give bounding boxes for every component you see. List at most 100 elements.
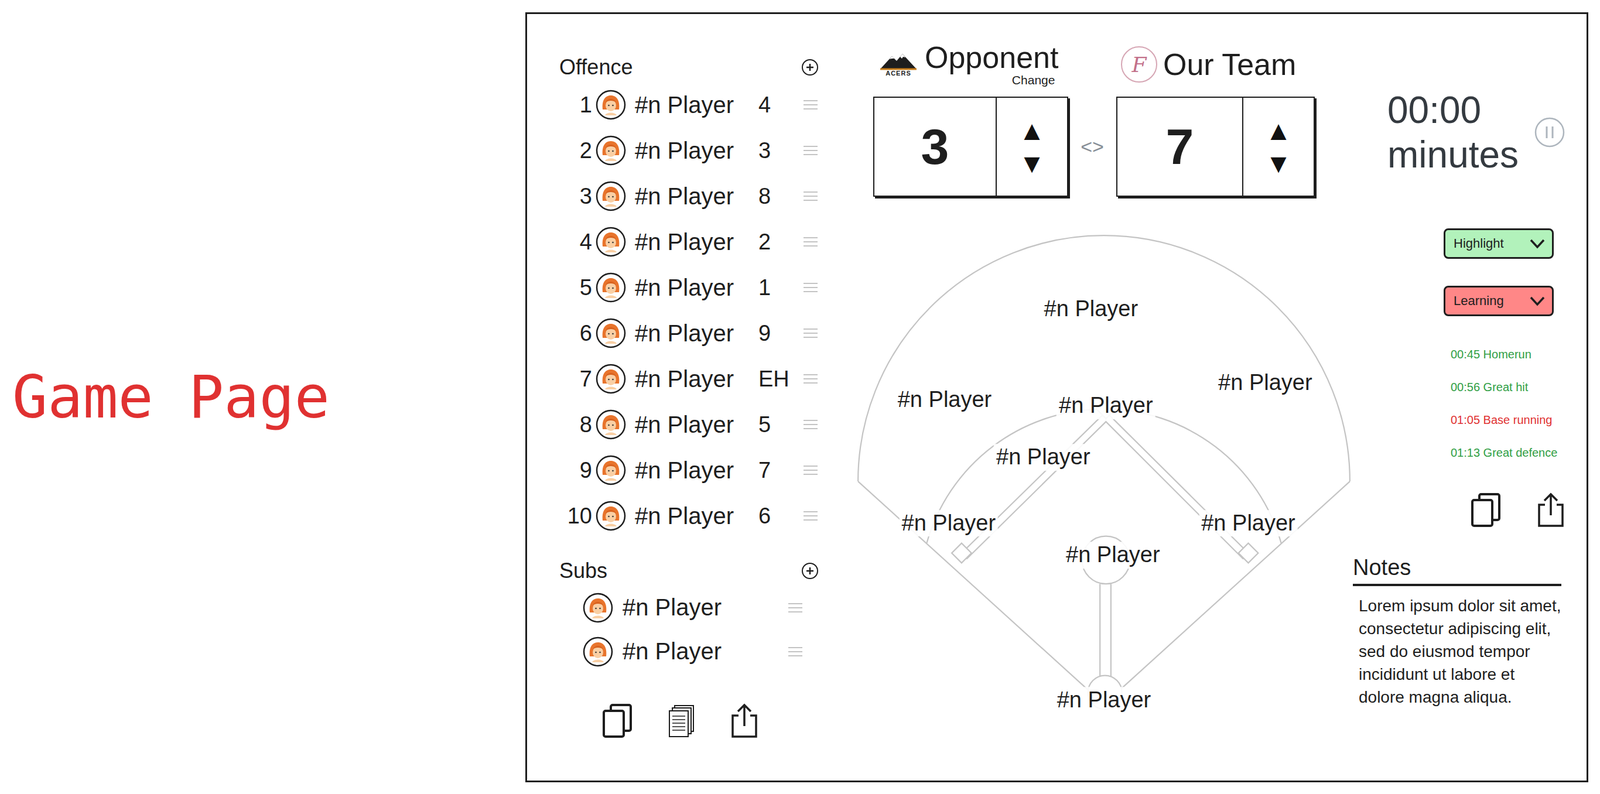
add-sub-icon[interactable] [800,561,820,581]
player-position: 8 [758,183,794,210]
field-player[interactable]: #n Player [1215,369,1315,397]
pause-icon[interactable] [1533,116,1566,149]
lineup-row[interactable]: 9#n Player7 [559,447,827,494]
tag-dropdown[interactable]: Learning [1443,285,1554,317]
player-position: 7 [758,457,794,484]
add-player-icon[interactable] [800,57,820,77]
batting-order: 5 [559,275,593,301]
player-position: EH [758,366,794,392]
team-header: ACERSOpponentChange [873,40,1069,88]
batting-order: 6 [559,320,593,347]
avatar-icon [595,272,627,303]
opponent-logo: ACERS [877,52,919,77]
lineup-row[interactable]: 10#n Player6 [559,493,827,539]
event-entry[interactable]: 01:13 Great defence [1450,443,1582,462]
event-entry[interactable]: 00:56 Great hit [1450,378,1582,396]
drag-handle-icon[interactable] [801,280,820,295]
lineup-row[interactable]: 2#n Player3 [559,127,827,174]
player-position: 2 [758,229,794,255]
team-header: F Our Team [1116,40,1315,88]
team-name: Our Team [1163,48,1297,81]
avatar-icon [595,363,627,395]
field-player[interactable]: #n Player [895,386,995,414]
drag-handle-icon[interactable] [786,600,805,615]
score-value: 7 [1117,97,1243,196]
documents-icon[interactable] [666,702,696,740]
avatar-icon [595,135,627,166]
copy-icon[interactable] [600,702,635,740]
drag-handle-icon[interactable] [786,644,805,659]
lineup-row[interactable]: 7#n PlayerEH [559,356,827,402]
avatar-icon [595,455,627,486]
avatar-icon [582,636,614,668]
game-center: ACERSOpponentChange3▲▼<>FOur Team7▲▼#n P… [855,14,1353,781]
avatar-icon [582,592,614,624]
event-entry[interactable]: 00:45 Homerun [1450,345,1582,364]
drag-handle-icon[interactable] [801,143,820,158]
drag-handle-icon[interactable] [801,371,820,386]
player-name: #n Player [634,457,755,484]
score-arrows: ▲▼ [995,97,1068,196]
drag-handle-icon[interactable] [801,326,820,341]
lineup-row[interactable]: 5#n Player1 [559,264,827,311]
event-log: 00:45 Homerun 00:56 Great hit 01:05 Base r… [1450,345,1582,462]
score-box: 3▲▼ [873,96,1069,197]
tag-dropdown[interactable]: Highlight [1443,228,1554,259]
tag-label: Highlight [1453,236,1504,252]
score-down-button[interactable]: ▼ [1018,149,1046,177]
field-player[interactable]: #n Player [1063,541,1163,569]
notes-text[interactable]: Lorem ipsum dolor sit amet, consectetur … [1352,594,1562,709]
chevron-down-icon [1528,237,1547,251]
change-link[interactable]: Change [1012,73,1056,88]
swap-button[interactable]: <> [1068,96,1117,197]
field-player[interactable]: #n Player [993,443,1093,471]
score-up-button[interactable]: ▲ [1018,117,1046,145]
title-area: Game Page [0,0,526,794]
batting-order: 8 [559,412,593,438]
field-player[interactable]: #n Player [1041,295,1141,323]
share-icon[interactable] [727,702,761,740]
event-entry[interactable]: 01:05 Base running [1450,411,1582,429]
lineup-row[interactable]: 4 #n Player2 [559,219,827,265]
drag-handle-icon[interactable] [801,97,820,112]
drag-handle-icon[interactable] [801,234,820,249]
lineup-row[interactable]: 3#n Player8 [559,173,827,220]
player-name: #n Player [634,411,755,439]
avatar-icon [595,409,627,440]
field-player[interactable]: #n Player [1056,392,1156,420]
lineup-row[interactable]: 6#n Player9 [559,310,827,357]
drag-handle-icon[interactable] [801,508,820,523]
score-up-button[interactable]: ▲ [1265,117,1292,145]
avatar-icon [595,226,627,258]
logo-letter: F [1132,52,1147,77]
player-position: 3 [758,138,794,164]
sub-row[interactable]: #n Player [559,585,827,630]
player-name: #n Player [634,183,755,210]
our-team-logo: F [1120,46,1158,83]
batting-order: 2 [559,138,593,164]
sub-row[interactable]: #n Player [559,629,827,674]
copy-icon[interactable] [1468,491,1503,529]
field-player[interactable]: #n Player [899,510,999,538]
offence-header: Offence [559,52,827,82]
subs-header: Subs [559,556,827,586]
score-arrows: ▲▼ [1242,97,1314,196]
chevron-down-icon [1528,294,1547,308]
field-player[interactable]: #n Player [1054,686,1154,714]
drag-handle-icon[interactable] [801,189,820,204]
batting-order: 4 [559,229,593,255]
player-name: #n Player [634,503,755,530]
score-down-button[interactable]: ▼ [1265,149,1292,177]
player-name: #n Player [634,228,755,256]
drag-handle-icon[interactable] [801,463,820,478]
timer-unit: minutes [1387,132,1519,177]
drag-handle-icon[interactable] [801,417,820,432]
lineup-row[interactable]: 8#n Player5 [559,401,827,448]
share-icon[interactable] [1534,491,1568,529]
field-player[interactable]: #n Player [1198,510,1298,538]
player-name: #n Player [634,320,755,347]
player-name: #n Player [634,274,755,302]
notes-title: Notes [1352,555,1562,587]
lineup-row[interactable]: 1#n Player4 [559,81,827,128]
player-name: #n Player [622,594,769,621]
